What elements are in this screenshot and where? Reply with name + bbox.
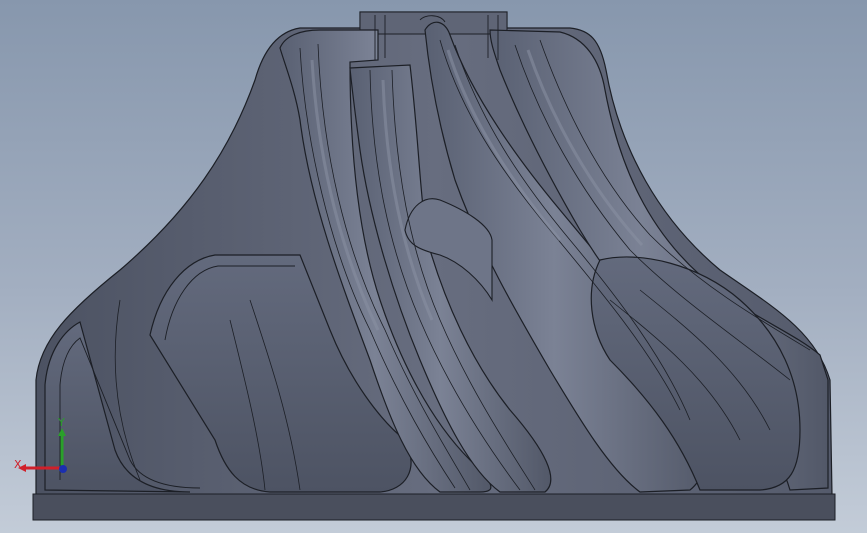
z-axis-dot: [59, 465, 67, 473]
intake-manifold-model[interactable]: [0, 0, 867, 533]
base-plate: [32, 493, 836, 521]
y-axis-head: [58, 428, 66, 436]
coordinate-triad: X Y: [14, 416, 67, 473]
y-axis-label: Y: [57, 416, 65, 429]
x-axis-label: X: [14, 458, 22, 471]
graphics-viewport[interactable]: X Y: [0, 0, 867, 533]
